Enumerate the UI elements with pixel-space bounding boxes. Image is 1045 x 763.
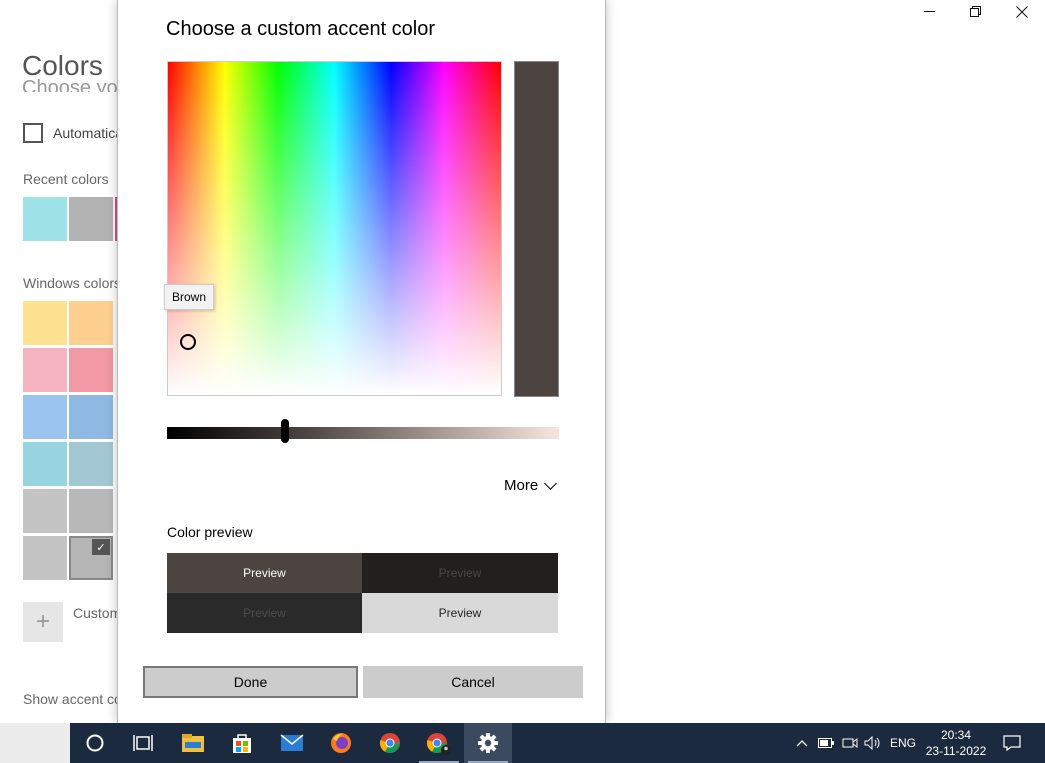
windows-color-swatch[interactable] [69, 489, 113, 533]
windows-color-swatch[interactable]: ✓ [69, 536, 113, 580]
language-indicator[interactable]: ENG [887, 723, 919, 763]
chrome-user-icon [426, 733, 451, 755]
windows-color-swatch[interactable] [69, 348, 113, 392]
color-picker-handle[interactable] [180, 334, 196, 350]
store-button[interactable] [218, 723, 266, 763]
slider-thumb[interactable] [280, 419, 289, 443]
restore-button[interactable] [953, 0, 999, 24]
windows-color-swatch[interactable] [23, 395, 67, 439]
more-label: More [504, 477, 539, 494]
windows-color-swatch[interactable] [69, 395, 113, 439]
action-center-button[interactable] [1000, 723, 1024, 763]
speaker-icon [864, 736, 880, 750]
add-custom-color-button[interactable]: + [23, 602, 63, 642]
notification-icon [1003, 735, 1021, 751]
recent-color-swatch[interactable] [23, 197, 67, 241]
windows-color-swatch[interactable] [23, 301, 67, 345]
color-preview-grid: Preview Preview Preview Preview [167, 553, 558, 633]
battery-icon [818, 738, 834, 748]
taskbar: ENG 20:34 23-11-2022 [0, 723, 1045, 763]
restore-icon [970, 6, 981, 17]
firefox-icon [331, 733, 351, 753]
show-accent-label: Show accent co [23, 691, 122, 707]
windows-color-swatch[interactable] [69, 442, 113, 486]
selected-color-swatch [514, 61, 559, 397]
windows-color-swatch[interactable] [23, 442, 67, 486]
custom-accent-dialog: Choose a custom accent color Brown More … [117, 0, 606, 723]
cortana-icon [86, 734, 104, 752]
chrome-icon [379, 733, 400, 753]
firefox-button[interactable] [317, 723, 365, 763]
taskbar-clock[interactable]: 20:34 23-11-2022 [925, 727, 987, 759]
window-controls [907, 0, 1045, 24]
taskbar-search-area[interactable] [0, 723, 70, 763]
checkmark-icon: ✓ [92, 539, 110, 555]
windows-color-swatch[interactable] [23, 536, 67, 580]
close-button[interactable] [999, 0, 1045, 24]
plus-icon: + [35, 608, 50, 635]
color-spectrum[interactable] [167, 61, 502, 396]
windows-color-swatch[interactable] [23, 489, 67, 533]
video-camera-icon [842, 738, 858, 748]
task-view-icon [133, 735, 153, 751]
chrome-button[interactable] [366, 723, 414, 763]
settings-icon [478, 733, 498, 753]
clock-time: 20:34 [940, 728, 972, 742]
preview-cell: Preview [167, 593, 362, 633]
recent-color-swatch[interactable] [69, 197, 113, 241]
brightness-slider[interactable] [167, 419, 559, 443]
color-name-tooltip: Brown [164, 284, 215, 310]
preview-cell: Preview [167, 553, 362, 593]
meet-now-button[interactable] [839, 723, 861, 763]
mail-icon [280, 734, 304, 751]
mail-button[interactable] [268, 723, 316, 763]
color-preview-label: Color preview [167, 524, 253, 540]
store-icon [233, 734, 251, 753]
minimize-icon [924, 11, 935, 12]
clock-date: 23-11-2022 [925, 744, 987, 758]
checkbox-label: Automatica [53, 125, 124, 141]
cancel-button[interactable]: Cancel [363, 666, 583, 698]
recent-colors-label: Recent colors [23, 171, 109, 187]
volume-button[interactable] [862, 723, 884, 763]
file-explorer-icon [182, 734, 204, 752]
dialog-title: Choose a custom accent color [166, 18, 436, 40]
close-icon [1016, 6, 1028, 18]
file-explorer-button[interactable] [169, 723, 217, 763]
chrome-user-button[interactable] [415, 723, 463, 763]
more-button[interactable]: More [504, 476, 558, 494]
windows-color-swatch[interactable] [23, 348, 67, 392]
battery-button[interactable] [815, 723, 837, 763]
minimize-button[interactable] [907, 0, 953, 24]
custom-color-label: Custom [73, 605, 122, 621]
checkbox-box[interactable] [23, 123, 43, 143]
windows-color-swatch[interactable] [69, 301, 113, 345]
chevron-up-icon [796, 740, 808, 747]
chevron-down-icon [544, 476, 558, 490]
cortana-button[interactable] [71, 723, 119, 763]
show-hidden-icons-button[interactable] [792, 723, 812, 763]
windows-colors-label: Windows colors [23, 275, 122, 291]
automatic-color-checkbox[interactable]: Automatica [23, 123, 123, 143]
preview-cell: Preview [362, 593, 558, 633]
task-view-button[interactable] [119, 723, 167, 763]
done-button[interactable]: Done [143, 666, 358, 698]
preview-cell: Preview [362, 553, 558, 593]
settings-button[interactable] [464, 723, 512, 763]
section-heading: Choose yo [22, 78, 118, 92]
